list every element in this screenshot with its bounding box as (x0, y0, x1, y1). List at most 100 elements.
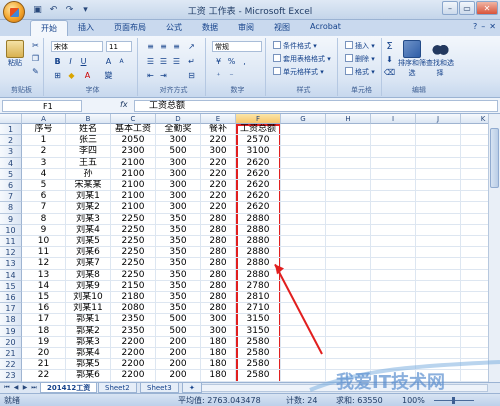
fill-icon[interactable]: ⬇ (384, 54, 395, 65)
sort-filter-button[interactable]: 排序和筛选 (398, 40, 426, 78)
vertical-scrollbar[interactable] (488, 114, 500, 382)
sheet-tab-0[interactable]: 201412工资 (40, 383, 98, 393)
conditional-format-button[interactable]: 条件格式 ▾ (273, 41, 317, 51)
paste-icon (6, 40, 24, 58)
align-bottom-icon[interactable]: ≡ (171, 41, 182, 52)
wrap-text-icon[interactable]: ↵ (186, 56, 197, 67)
orientation-icon[interactable]: ↗ (186, 41, 197, 52)
ribbon: 粘贴 ✂ ❐ ✎ 剪贴板 宋体 11 B I U ⊞ ◆ A A A 變 字体 … (0, 36, 500, 98)
italic-button[interactable]: I (65, 56, 76, 67)
minimize-icon[interactable]: – (442, 1, 458, 15)
format-painter-icon[interactable]: ✎ (30, 66, 41, 77)
red-arrow-annotation (274, 263, 323, 355)
zoom-slider[interactable] (432, 397, 476, 404)
align-left-icon[interactable]: ☰ (145, 56, 156, 67)
clear-icon[interactable]: ⌫ (384, 67, 395, 78)
scrollbar-thumb[interactable] (490, 128, 499, 188)
window-title: 工资 工作表 - Microsoft Excel (187, 7, 313, 17)
border-icon[interactable]: ⊞ (52, 70, 63, 81)
group-font: 宋体 11 B I U ⊞ ◆ A A A 變 字体 (48, 38, 138, 96)
sheet-tab-2[interactable]: Sheet3 (140, 383, 179, 393)
tab-1[interactable]: 插入 (68, 20, 104, 36)
status-bar: 就绪 平均值: 2763.043478 计数: 24 求和: 63550 100… (0, 393, 500, 406)
bold-button[interactable]: B (52, 56, 63, 67)
cut-icon[interactable]: ✂ (30, 40, 41, 51)
font-name-select[interactable]: 宋体 (51, 41, 103, 52)
office-button[interactable] (3, 1, 25, 23)
delete-icon (345, 54, 353, 62)
fill-color-icon[interactable]: ◆ (66, 70, 77, 81)
tab-0[interactable]: 开始 (30, 20, 68, 36)
insert-sheet-icon[interactable]: ✦ (182, 383, 202, 393)
align-right-icon[interactable]: ☰ (171, 56, 182, 67)
comma-button[interactable]: , (239, 56, 250, 67)
font-color-icon[interactable]: A (82, 70, 93, 81)
group-label: 样式 (296, 86, 311, 94)
delete-button[interactable]: 删除 ▾ (345, 54, 375, 64)
increase-indent-icon[interactable]: ⇥ (158, 70, 169, 81)
sheet-tab-bar: ⏮ ◀ ▶ ⏭ 201412工资 Sheet2 Sheet3 ✦ (0, 382, 500, 393)
paste-button[interactable]: 粘贴 (4, 40, 26, 68)
sheet-nav: ⏮ ◀ ▶ ⏭ (3, 384, 38, 392)
maximize-icon[interactable]: ▭ (459, 1, 475, 15)
close-icon[interactable]: ✕ (476, 1, 498, 15)
decrease-indent-icon[interactable]: ⇤ (145, 70, 156, 81)
conditional-format-icon (273, 41, 281, 49)
group-label: 编辑 (412, 86, 426, 94)
group-number: 常规 ¥ % , ⁺ ⁻ 数字 (210, 38, 266, 96)
name-box[interactable]: F1 (2, 100, 82, 112)
next-sheet-icon[interactable]: ▶ (21, 384, 29, 392)
align-top-icon[interactable]: ≡ (145, 41, 156, 52)
prev-sheet-icon[interactable]: ◀ (12, 384, 20, 392)
insert-icon (345, 41, 353, 49)
autosum-button[interactable]: Σ (384, 41, 395, 52)
fx-button[interactable]: fx (120, 100, 128, 109)
tab-4[interactable]: 数据 (192, 20, 228, 36)
merge-icon[interactable]: ⊟ (186, 70, 197, 81)
wb-minimize-icon[interactable]: – (481, 22, 485, 31)
group-label: 剪贴板 (11, 86, 32, 94)
underline-button[interactable]: U (78, 56, 89, 67)
find-select-button[interactable]: 查找和选择 (426, 40, 454, 78)
number-format-select[interactable]: 常规 (212, 41, 262, 52)
status-ready: 就绪 (4, 396, 20, 405)
sort-filter-icon (403, 40, 421, 58)
currency-icon[interactable]: ¥ (213, 56, 224, 67)
group-label: 对齐方式 (159, 86, 188, 94)
first-sheet-icon[interactable]: ⏮ (3, 384, 11, 392)
group-label: 单元格 (351, 86, 372, 94)
format-button[interactable]: 格式 ▾ (345, 67, 375, 77)
phonetic-icon[interactable]: 變 (103, 70, 114, 81)
last-sheet-icon[interactable]: ⏭ (30, 384, 38, 392)
sheet-tab-1[interactable]: Sheet2 (98, 383, 137, 393)
increase-decimal-icon[interactable]: ⁺ (213, 70, 224, 81)
workbook-controls: ? – ✕ (473, 22, 496, 31)
table-format-button[interactable]: 套用表格格式 ▾ (273, 54, 331, 64)
grow-font-icon[interactable]: A (103, 56, 114, 67)
tab-2[interactable]: 页面布局 (104, 20, 156, 36)
font-size-select[interactable]: 11 (106, 41, 132, 52)
wb-close-icon[interactable]: ✕ (489, 22, 496, 31)
cell-styles-button[interactable]: 单元格样式 ▾ (273, 67, 324, 77)
align-middle-icon[interactable]: ≡ (158, 41, 169, 52)
tab-3[interactable]: 公式 (156, 20, 192, 36)
worksheet-grid[interactable]: A B C D E F G H I J K 1 序号 姓名 基本工资 全勤奖 餐补 工资总额 2 1 张三 2050 300… (0, 114, 500, 382)
group-label: 数字 (230, 86, 245, 94)
tab-7[interactable]: Acrobat (300, 20, 351, 36)
table-format-icon (273, 54, 281, 62)
copy-icon[interactable]: ❐ (30, 53, 41, 64)
group-cells: 插入 ▾ 删除 ▾ 格式 ▾ 单元格 (342, 38, 382, 96)
group-alignment: ≡ ≡ ≡ ↗ ☰ ☰ ☰ ↵ ⇤ ⇥ ⊟ 对齐方式 (142, 38, 206, 96)
horizontal-scrollbar[interactable] (190, 384, 488, 392)
formula-input[interactable]: 工资总额 (134, 100, 498, 112)
help-icon[interactable]: ? (473, 22, 477, 31)
insert-button[interactable]: 插入 ▾ (345, 41, 375, 51)
tab-5[interactable]: 审阅 (228, 20, 264, 36)
decrease-decimal-icon[interactable]: ⁻ (226, 70, 237, 81)
tab-6[interactable]: 视图 (264, 20, 300, 36)
percent-button[interactable]: % (226, 56, 237, 67)
shrink-font-icon[interactable]: A (116, 56, 127, 67)
group-styles: 条件格式 ▾ 套用表格格式 ▾ 单元格样式 ▾ 样式 (270, 38, 338, 96)
align-center-icon[interactable]: ☰ (158, 56, 169, 67)
group-clipboard: 粘贴 ✂ ❐ ✎ 剪贴板 (0, 38, 44, 96)
